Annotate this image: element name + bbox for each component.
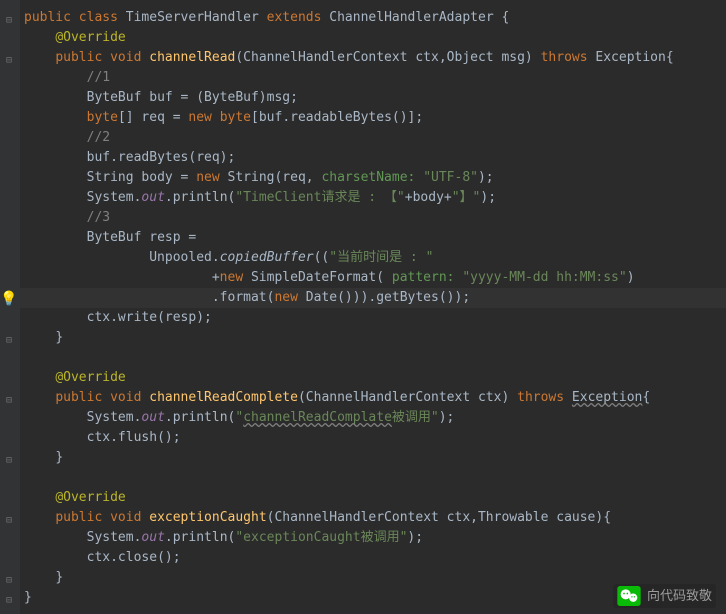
- code-line: System.out.println("channelReadComplate被…: [24, 408, 726, 428]
- intention-bulb-icon[interactable]: 💡: [0, 289, 17, 309]
- annotation: @Override: [55, 30, 125, 45]
- code-editor[interactable]: ⊟public class TimeServerHandler extends …: [0, 0, 726, 608]
- code-line: ctx.close();: [24, 548, 726, 568]
- code-line: ⊟ }: [24, 448, 726, 468]
- code-line: ByteBuf resp =: [24, 228, 726, 248]
- code-line: Unpooled.copiedBuffer(("当前时间是 : ": [24, 248, 726, 268]
- code-line: @Override: [24, 368, 726, 388]
- fold-icon[interactable]: ⊟: [6, 591, 16, 601]
- code-line: [24, 348, 726, 368]
- code-line: //2: [24, 128, 726, 148]
- annotation: @Override: [55, 490, 125, 505]
- code-line: ⊟ public void channelReadComplete(Channe…: [24, 388, 726, 408]
- watermark-label: 向代码致敬: [647, 586, 712, 606]
- code-line: ⊟ public void channelRead(ChannelHandler…: [24, 48, 726, 68]
- code-line: String body = new String(req, charsetNam…: [24, 168, 726, 188]
- code-line: ctx.flush();: [24, 428, 726, 448]
- fold-icon[interactable]: ⊟: [6, 571, 16, 581]
- code-line: System.out.println("exceptionCaught被调用")…: [24, 528, 726, 548]
- code-line: ctx.write(resp);: [24, 308, 726, 328]
- code-line: byte[] req = new byte[buf.readableBytes(…: [24, 108, 726, 128]
- code-line-active: 💡 .format(new Date())).getBytes());: [20, 288, 726, 308]
- code-line: ⊟ public void exceptionCaught(ChannelHan…: [24, 508, 726, 528]
- wechat-icon: [617, 586, 641, 606]
- fold-icon[interactable]: ⊟: [6, 51, 16, 61]
- watermark: 向代码致敬: [613, 584, 716, 608]
- code-line: ⊟public class TimeServerHandler extends …: [24, 8, 726, 28]
- code-line: ByteBuf buf = (ByteBuf)msg;: [24, 88, 726, 108]
- code-line: buf.readBytes(req);: [24, 148, 726, 168]
- code-line: @Override: [24, 28, 726, 48]
- code-line: System.out.println("TimeClient请求是 : 【"+b…: [24, 188, 726, 208]
- code-line: +new SimpleDateFormat( pattern: "yyyy-MM…: [24, 268, 726, 288]
- code-line: @Override: [24, 488, 726, 508]
- fold-icon[interactable]: ⊟: [6, 11, 16, 21]
- fold-icon[interactable]: ⊟: [6, 391, 16, 401]
- code-line: ⊟ }: [24, 328, 726, 348]
- fold-icon[interactable]: ⊟: [6, 451, 16, 461]
- fold-icon[interactable]: ⊟: [6, 331, 16, 341]
- code-line: [24, 468, 726, 488]
- fold-icon[interactable]: ⊟: [6, 511, 16, 521]
- code-line: //1: [24, 68, 726, 88]
- code-line: //3: [24, 208, 726, 228]
- annotation: @Override: [55, 370, 125, 385]
